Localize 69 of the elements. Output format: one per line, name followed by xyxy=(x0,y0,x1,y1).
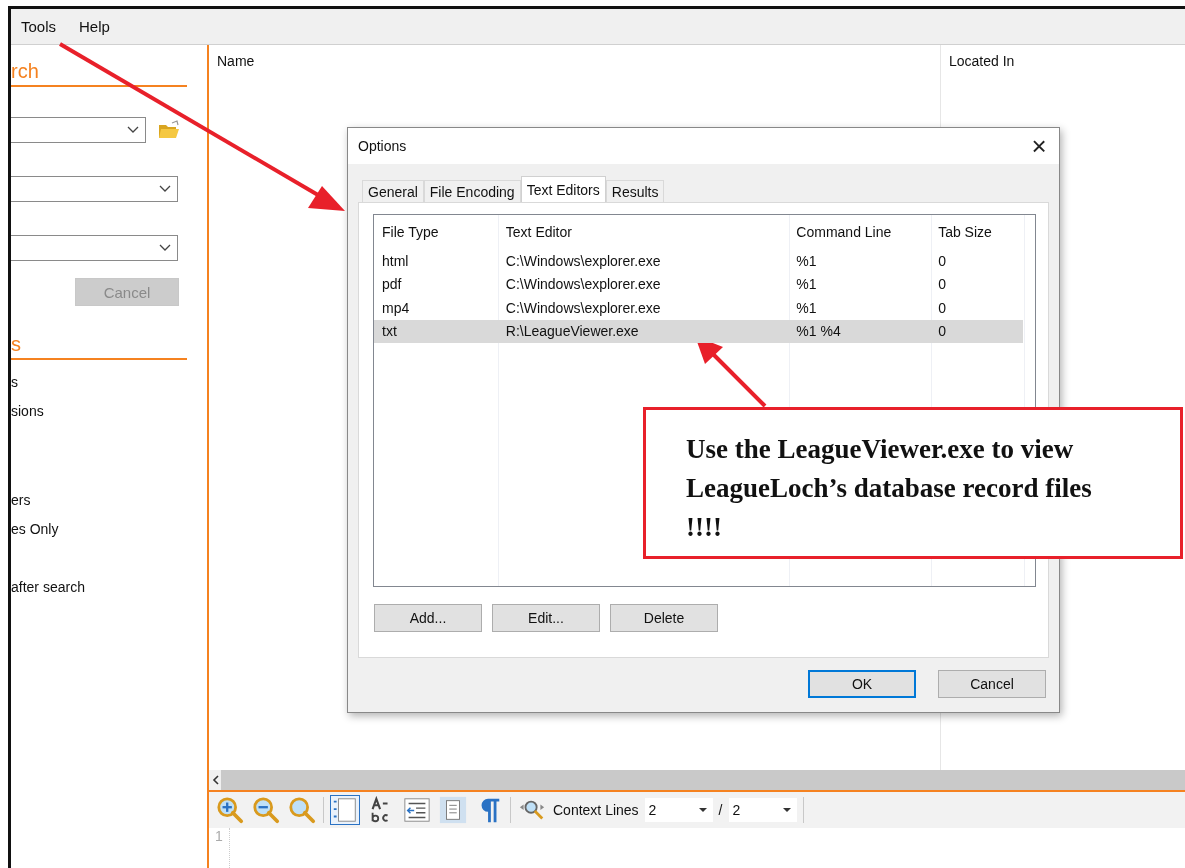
close-button[interactable]: × xyxy=(1019,128,1059,164)
list-cell-text: 0 xyxy=(937,276,947,293)
tab[interactable]: Results xyxy=(605,180,665,202)
tab[interactable]: File Encoding xyxy=(423,180,521,202)
line-numbers-icon[interactable] xyxy=(330,795,360,825)
dialog-button[interactable]: OK xyxy=(808,670,916,698)
section-heading: s xyxy=(11,330,187,360)
list-row[interactable]: pdf C:\Windows\explorer.exe %1 0 xyxy=(374,272,1023,296)
context-after-dropdown[interactable]: 2 xyxy=(728,798,797,822)
zoom-out-icon[interactable] xyxy=(251,795,281,825)
tab[interactable]: General xyxy=(362,180,424,202)
chevron-down-icon xyxy=(159,185,171,193)
list-cell-text: 0 xyxy=(937,252,947,269)
list-cell-text: R:\LeagueViewer.exe xyxy=(504,323,640,340)
magnifier-icon[interactable] xyxy=(287,795,317,825)
list-cell-text: 0 xyxy=(937,323,947,340)
indent-icon[interactable] xyxy=(402,795,432,825)
option-label: ers xyxy=(11,492,31,508)
option-label: s xyxy=(11,374,18,390)
list-cell-text: C:\Windows\explorer.exe xyxy=(504,252,662,269)
list-row[interactable]: mp4 C:\Windows\explorer.exe %1 0 xyxy=(374,296,1023,320)
scroll-left-icon[interactable] xyxy=(212,775,220,785)
section-heading: rch xyxy=(11,57,187,87)
line-number: 1 xyxy=(215,828,223,844)
list-cell-text: txt xyxy=(381,323,398,340)
list-cell-text: %1 xyxy=(795,276,818,293)
dialog-button[interactable]: Cancel xyxy=(938,670,1046,698)
list-cell-text: %1 %4 xyxy=(795,323,842,340)
dropdown[interactable] xyxy=(11,235,178,261)
dialog-title: Options xyxy=(358,138,407,154)
dropdown-arrow-icon xyxy=(782,808,791,812)
menu-item[interactable]: Help xyxy=(79,18,110,35)
list-row[interactable]: txt R:\LeagueViewer.exe %1 %4 0 xyxy=(374,319,1023,343)
column-header[interactable]: Text Editor xyxy=(497,224,789,240)
list-button[interactable]: Edit... xyxy=(492,604,600,632)
option-label: es Only xyxy=(11,521,59,537)
folder-icon[interactable] xyxy=(158,120,180,140)
list-cell-text: C:\Windows\explorer.exe xyxy=(504,299,662,316)
chevron-down-icon xyxy=(127,126,139,134)
separator-text: / xyxy=(718,802,723,818)
column-header[interactable]: Command Line xyxy=(788,224,931,240)
list-cell-text: pdf xyxy=(381,276,403,293)
dropdown[interactable] xyxy=(11,176,178,202)
list-button[interactable]: Delete xyxy=(610,604,718,632)
fit-page-icon[interactable] xyxy=(438,795,468,825)
column-header[interactable]: Tab Size xyxy=(930,224,1023,240)
chevron-down-icon xyxy=(159,244,171,252)
tab[interactable]: Text Editors xyxy=(520,176,606,202)
option-label: after search xyxy=(11,579,85,595)
dropdown[interactable] xyxy=(11,117,146,143)
horizontal-scrollbar[interactable] xyxy=(209,770,1185,790)
column-header[interactable]: Located In xyxy=(949,53,1015,69)
list-button[interactable]: Add... xyxy=(374,604,482,632)
list-cell-text: mp4 xyxy=(381,299,411,316)
column-header[interactable]: Name xyxy=(217,53,255,69)
list-cell-text: html xyxy=(381,252,410,269)
context-lines-label: Context Lines xyxy=(553,802,639,818)
dropdown-arrow-icon xyxy=(698,808,707,812)
list-cell-text: %1 xyxy=(795,299,818,316)
list-cell-text: 0 xyxy=(937,299,947,316)
annotation-text: Use the LeagueViewer.exe to view LeagueLoch’s database record files !!!! xyxy=(686,433,1093,544)
list-cell-text: %1 xyxy=(795,252,818,269)
context-before-dropdown[interactable]: 2 xyxy=(644,798,713,822)
option-label: sions xyxy=(11,403,44,419)
list-row[interactable]: html C:\Windows\explorer.exe %1 0 xyxy=(374,249,1023,273)
zoom-in-icon[interactable] xyxy=(215,795,245,825)
menu-item[interactable]: Tools xyxy=(21,18,57,35)
list-cell-text: C:\Windows\explorer.exe xyxy=(504,276,662,293)
column-header[interactable]: File Type xyxy=(374,224,498,240)
